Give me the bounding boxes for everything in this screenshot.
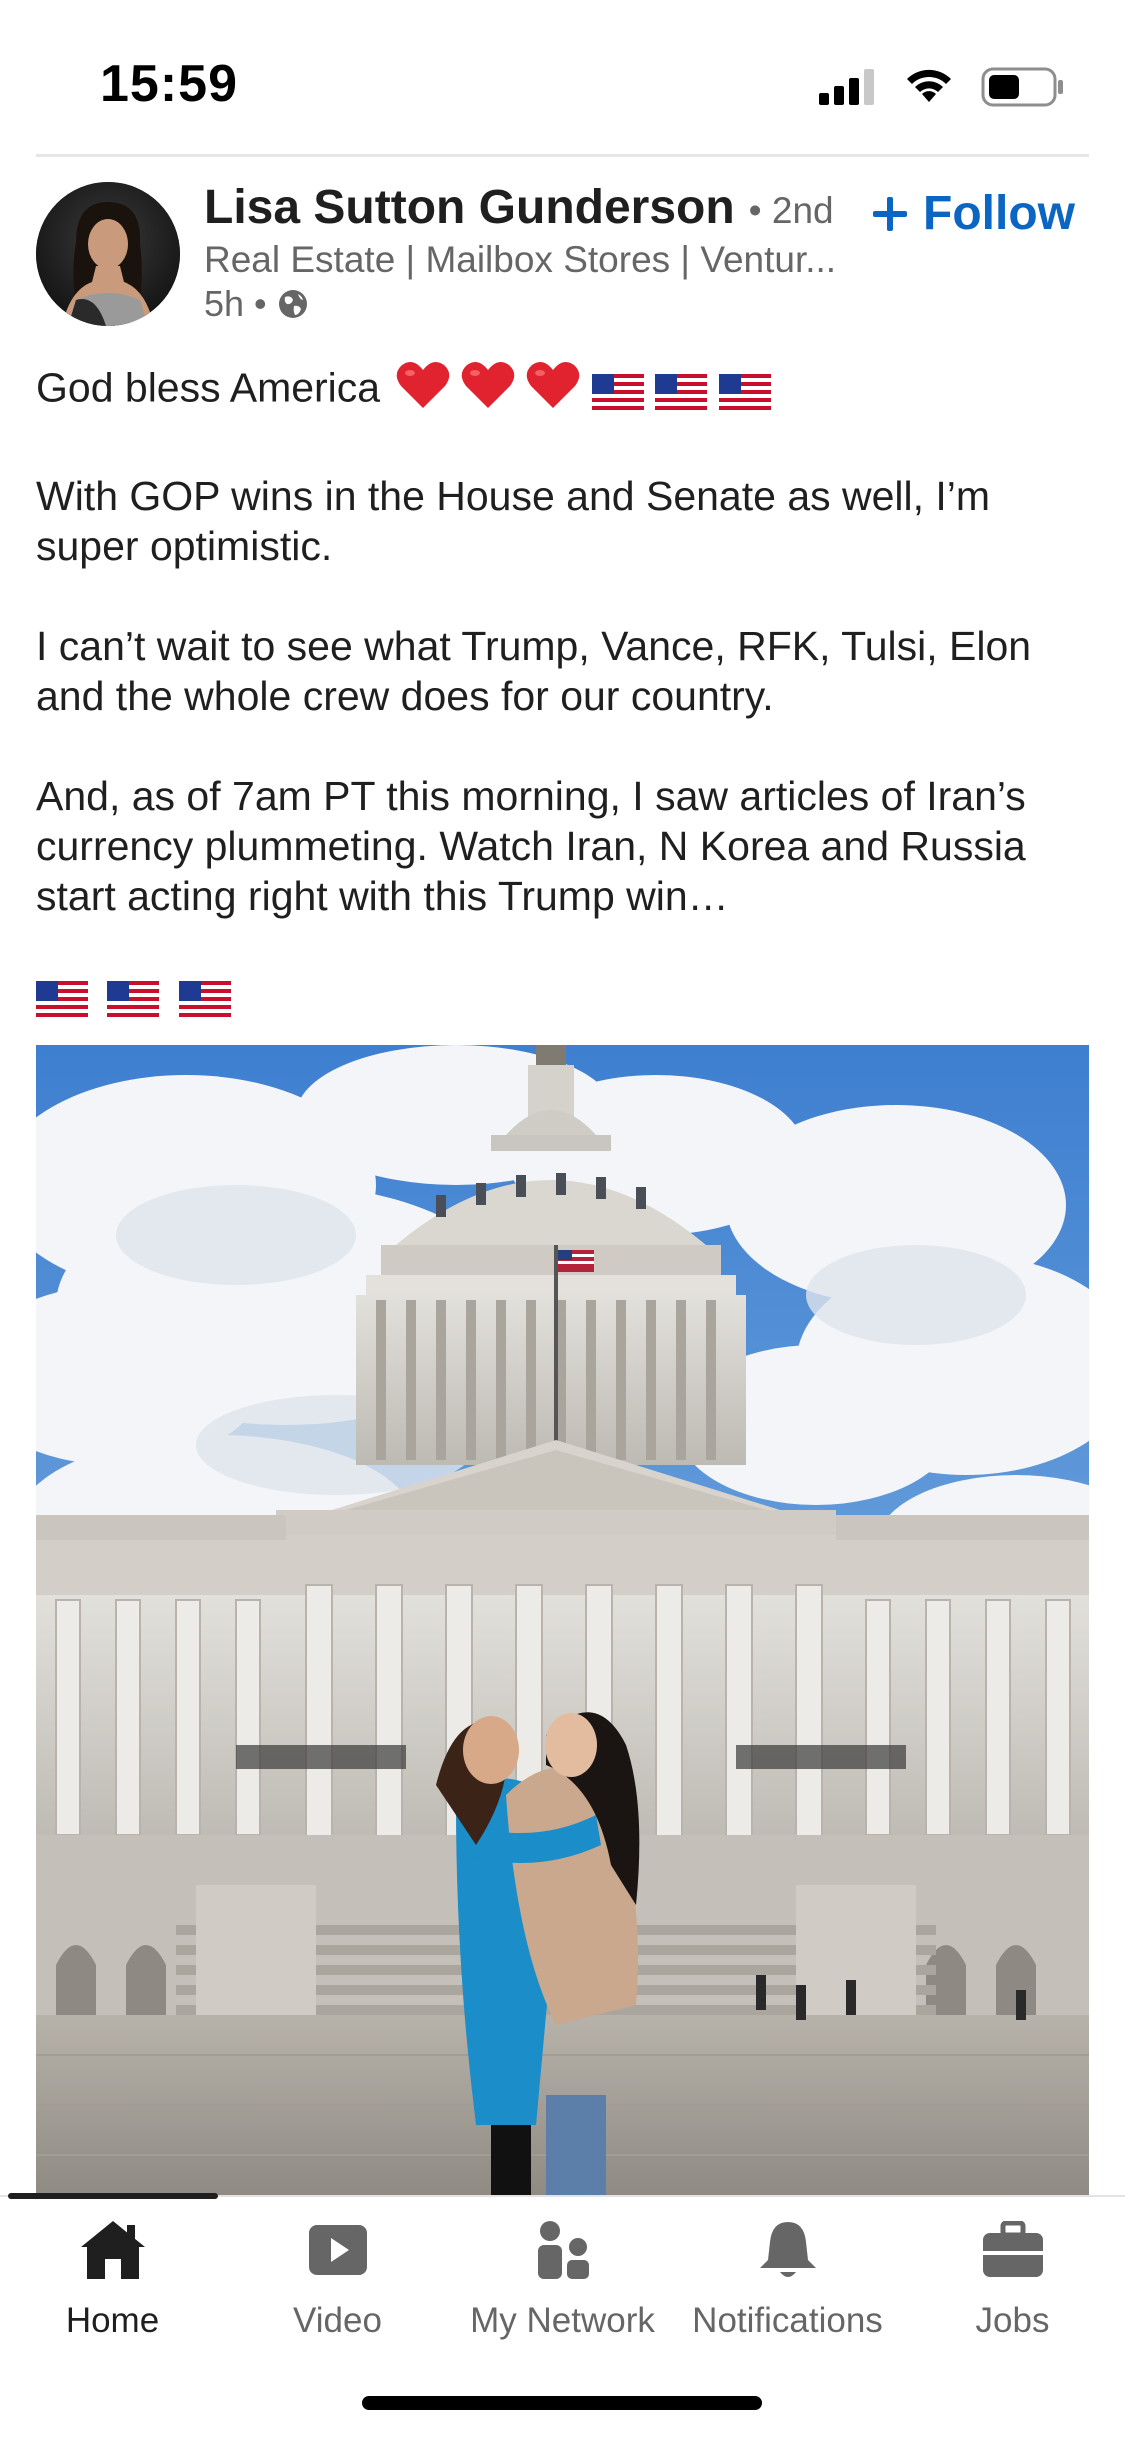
- battery-icon: [981, 67, 1063, 107]
- globe-icon: [278, 290, 307, 318]
- nav-label-jobs: Jobs: [975, 2301, 1050, 2340]
- active-tab-indicator: [8, 2193, 218, 2199]
- post-paragraph-3: I can’t wait to see what Trump, Vance, R…: [36, 623, 1032, 719]
- post-image[interactable]: [36, 1045, 1089, 2195]
- home-icon: [78, 2215, 148, 2285]
- nav-item-home[interactable]: Home: [0, 2215, 225, 2341]
- us-capitol-photo: [36, 1045, 1089, 2195]
- post-header: Lisa Sutton Gunderson • 2nd Real Estate …: [36, 180, 1089, 330]
- follow-button[interactable]: Follow: [871, 186, 1075, 241]
- nav-item-notifications[interactable]: Notifications: [675, 2215, 900, 2341]
- post-text: God bless America With GOP wins in the H…: [36, 360, 1089, 1021]
- nav-item-jobs[interactable]: Jobs: [900, 2215, 1125, 2341]
- heart-icon: [527, 361, 580, 408]
- us-flag-icon: [655, 374, 708, 410]
- bell-icon: [753, 2215, 823, 2285]
- briefcase-icon: [978, 2215, 1048, 2285]
- nav-label-my-network: My Network: [470, 2301, 655, 2340]
- network-icon: [528, 2215, 598, 2285]
- post-flags-line: [36, 971, 1089, 1021]
- video-icon: [303, 2215, 373, 2285]
- cellular-signal-icon: [819, 69, 874, 105]
- us-flag-icon: [36, 981, 88, 1018]
- top-divider: [36, 154, 1089, 157]
- post-meta: 5h •: [204, 283, 884, 325]
- author-headline: Real Estate | Mailbox Stores | Ventur...: [204, 239, 837, 280]
- post-line-1: God bless America: [36, 364, 381, 411]
- heart-icon: [396, 361, 449, 408]
- us-flag-icon: [107, 981, 160, 1018]
- status-bar: 15:59: [0, 0, 1125, 150]
- connection-degree: • 2nd: [748, 190, 834, 231]
- nav-label-home: Home: [65, 2301, 160, 2340]
- heart-icon: [461, 361, 515, 408]
- author-line: Lisa Sutton Gunderson • 2nd: [204, 180, 884, 235]
- nav-label-video: Video: [293, 2301, 382, 2340]
- status-time: 15:59: [100, 55, 238, 113]
- follow-label: Follow: [923, 187, 1075, 240]
- post-paragraph-1: God bless America: [36, 360, 1089, 421]
- status-icons: [819, 62, 1065, 112]
- meta-separator: •: [254, 283, 267, 324]
- post-paragraph-4: And, as of 7am PT this morning, I saw ar…: [36, 773, 1026, 919]
- nav-label-notifications: Notifications: [692, 2301, 883, 2340]
- plus-icon: [873, 196, 908, 231]
- wifi-icon: [907, 69, 951, 102]
- nav-items: Home Video My Network Notifications Jobs: [0, 2215, 1125, 2341]
- emoji-row: [396, 360, 771, 421]
- us-flag-icon: [718, 374, 771, 410]
- nav-item-my-network[interactable]: My Network: [450, 2215, 675, 2341]
- post-paragraph-2: With GOP wins in the House and Senate as…: [36, 473, 991, 569]
- us-flag-icon: [591, 374, 644, 410]
- author-name[interactable]: Lisa Sutton Gunderson: [204, 180, 735, 235]
- us-flag-icon: [178, 981, 231, 1018]
- nav-item-video[interactable]: Video: [225, 2215, 450, 2341]
- author-block: Lisa Sutton Gunderson • 2nd Real Estate …: [204, 180, 884, 325]
- post-time: 5h: [204, 283, 245, 324]
- author-avatar[interactable]: [36, 182, 180, 326]
- home-indicator[interactable]: [362, 2396, 762, 2410]
